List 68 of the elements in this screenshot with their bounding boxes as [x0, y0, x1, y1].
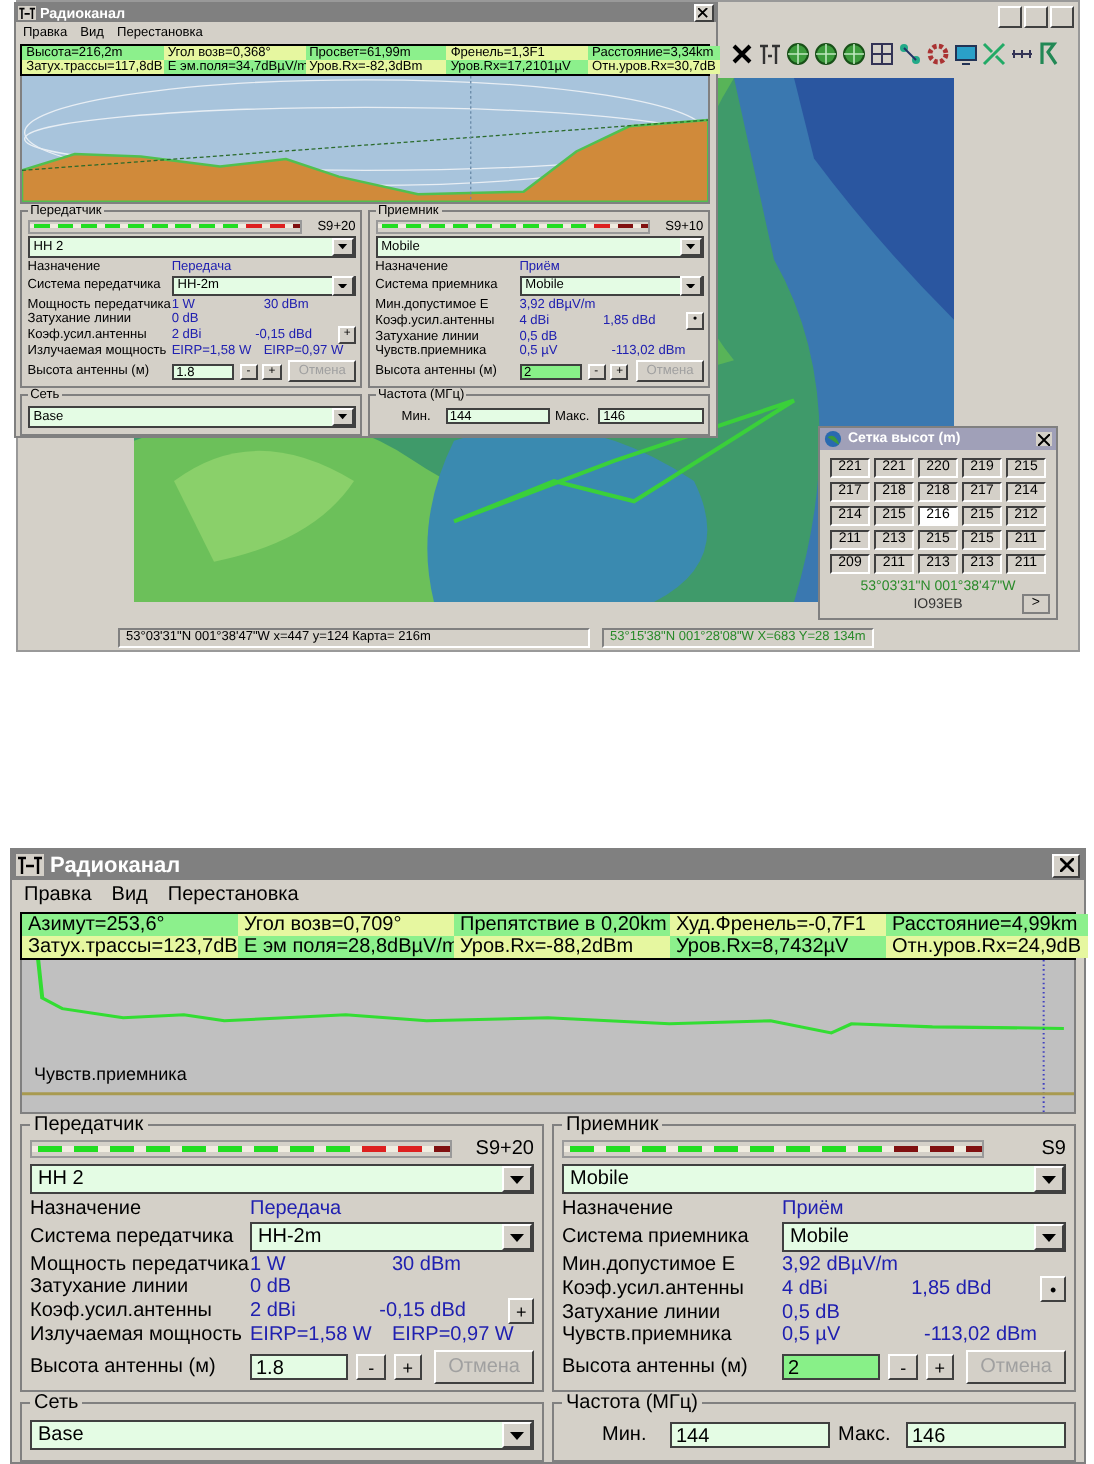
menu-item[interactable]: Вид [111, 884, 148, 904]
info-cell: Угол возв=0,709° [238, 914, 454, 936]
window-title: Радиоканал [39, 4, 128, 23]
window-title: Радиоканал [50, 853, 183, 877]
max-frequency-input[interactable]: 146 [906, 1422, 1066, 1448]
value-text: EIRP=0,97 W [392, 1324, 516, 1346]
info-cell: Расстояние=4,99km [886, 914, 1088, 936]
field-label: Затухание линии [30, 1276, 191, 1298]
step-button[interactable]: - [356, 1354, 386, 1380]
group-title: Приемник [564, 1114, 661, 1136]
info-cell: Худ.Френель=-0,7F1 [670, 914, 886, 936]
min-frequency-input[interactable]: 144 [670, 1422, 830, 1448]
field-label: Назначение [30, 1198, 144, 1220]
value-text: 30 dBm [392, 1254, 463, 1276]
info-cell: Препятствие в 0,20km [454, 914, 670, 936]
field-label: Затухание линии [562, 1302, 723, 1324]
signal-reading: S9+20 [473, 1138, 534, 1160]
field-label: Коэф.усил.антенны [30, 1300, 214, 1322]
menu-item[interactable]: Правка [24, 884, 92, 904]
info-cell: Азимут=253,6° [22, 914, 238, 936]
value-text: 1,85 dBd [911, 1278, 994, 1300]
field-label: Коэф.усил.антенны [562, 1278, 746, 1300]
step-button[interactable]: + [393, 1354, 423, 1380]
value-text: EIRP=1,58 W [250, 1324, 374, 1346]
field-label: Чувств.приемника [562, 1324, 734, 1346]
info-cell: Уров.Rx=-88,2dBm [454, 936, 670, 958]
network-dropdown[interactable]: Base [30, 1420, 534, 1450]
value-text: 0 dB [250, 1276, 294, 1298]
adjust-button[interactable]: • [1040, 1276, 1066, 1302]
menu-item[interactable]: Перестановка [167, 884, 299, 904]
signal-reading: S9 [1039, 1138, 1066, 1160]
group-title: Передатчик [32, 1114, 146, 1136]
field-label: Высота антенны (м) [562, 1356, 750, 1378]
step-button[interactable]: - [888, 1354, 918, 1380]
field-label: Макс. [838, 1424, 893, 1446]
step-button[interactable]: + [925, 1354, 955, 1380]
device-dropdown[interactable]: HH 2 [30, 1164, 534, 1194]
system-dropdown[interactable]: Mobile [782, 1222, 1066, 1252]
system-dropdown[interactable]: HH-2m [250, 1222, 534, 1252]
value-text: Передача [250, 1198, 344, 1220]
value-text: -113,02 dBm [924, 1324, 1040, 1346]
value-text: 4 dBi [782, 1278, 830, 1300]
field-label: Излучаемая мощность [30, 1324, 244, 1346]
field-label: Мин. [602, 1424, 649, 1446]
field-label: Мощность передатчика [30, 1254, 250, 1276]
value-text: -0,15 dBd [379, 1300, 468, 1322]
adjust-button[interactable]: + [508, 1298, 534, 1324]
group-title: Сеть [32, 1392, 81, 1414]
field-label: Система передатчика [30, 1226, 236, 1248]
value-text: 1 W [250, 1254, 288, 1276]
value-text: 3,92 dBµV/m [782, 1254, 901, 1276]
height-input[interactable]: 2 [782, 1354, 881, 1380]
field-label: Высота антенны (м) [30, 1356, 218, 1378]
value-text: 2 dBi [250, 1300, 298, 1322]
field-label: Мин.допустимое E [562, 1254, 738, 1276]
info-cell: Е эм поля=28,8dBµV/m [238, 936, 454, 958]
info-cell: Затух.трассы=123,7dB [22, 936, 238, 958]
value-text: Приём [782, 1198, 846, 1220]
threshold-label: Чувств.приемника [34, 1064, 187, 1084]
info-cell: Отн.уров.Rx=24,9dB [886, 936, 1088, 958]
device-dropdown[interactable]: Mobile [562, 1164, 1066, 1194]
value-text: 0,5 dB [782, 1302, 842, 1324]
height-input[interactable]: 1.8 [250, 1354, 349, 1380]
info-cell: Уров.Rx=8,7432µV [670, 936, 886, 958]
field-label: Система приемника [562, 1226, 751, 1248]
group-title: Частота (МГц) [564, 1392, 700, 1414]
field-label: Назначение [562, 1198, 676, 1220]
value-text: 0,5 µV [782, 1324, 843, 1346]
